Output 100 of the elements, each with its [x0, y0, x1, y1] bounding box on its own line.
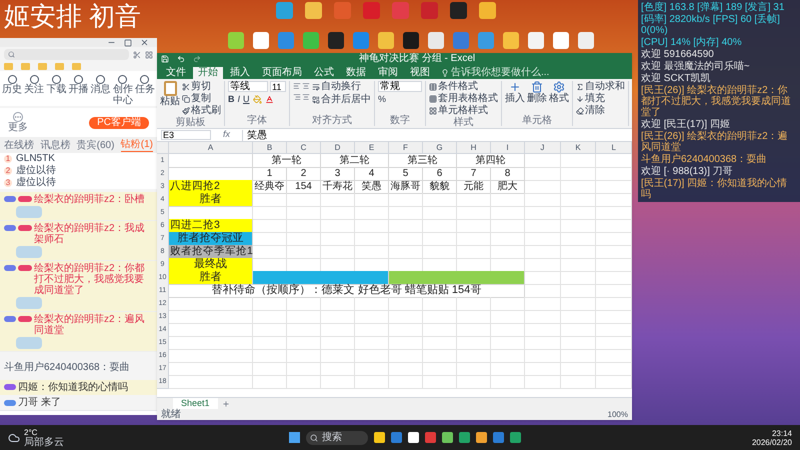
ranking-name[interactable]: 虚位以待 [16, 177, 56, 189]
ribbon-button[interactable]: 格式 [549, 81, 569, 104]
scissors-icon[interactable] [133, 50, 141, 58]
ribbon-tab[interactable]: 页面布局 [257, 67, 307, 79]
nav-item-icon[interactable] [118, 75, 128, 84]
taskbar-app-icon[interactable] [476, 432, 487, 443]
ribbon-button[interactable]: 合并后居中 [312, 94, 371, 106]
desktop-shortcut-icon[interactable] [428, 32, 444, 49]
ribbon-button[interactable]: 插入 [505, 81, 525, 104]
format-button[interactable]: B [228, 94, 234, 104]
ranking-name[interactable]: GLN5TK [16, 153, 55, 165]
maximize-icon[interactable] [124, 38, 132, 46]
nav-label[interactable]: 创作中心 [112, 84, 133, 106]
nav-label[interactable]: 消息 [90, 84, 111, 95]
add-sheet-icon[interactable] [222, 400, 230, 408]
align-center-icon[interactable] [302, 82, 310, 90]
nav-label[interactable]: 下载 [46, 84, 66, 95]
ribbon-button[interactable]: 剪切 [182, 81, 221, 93]
desktop-shortcut-icon[interactable] [553, 32, 569, 49]
font-color-icon[interactable] [264, 94, 274, 104]
number-format-field[interactable]: 常规 [378, 81, 422, 92]
nav-label[interactable]: 关注 [24, 84, 44, 95]
font-size-field[interactable]: 11 [270, 81, 286, 92]
format-button[interactable]: I [238, 94, 240, 104]
nav-label[interactable]: 任务 [134, 84, 155, 95]
ribbon-button[interactable]: 删除 [527, 81, 547, 104]
ribbon-button[interactable]: 自动求和 [576, 81, 625, 93]
ribbon-button[interactable]: 条件格式 [429, 81, 498, 93]
ribbon-button[interactable]: 清除 [576, 105, 625, 117]
ribbon-button[interactable]: 套用表格格式 [429, 93, 498, 105]
ranking-tab[interactable]: 讯息榜 [40, 138, 70, 152]
ribbon-tab[interactable]: 开始 [193, 67, 223, 79]
taskbar-app-icon[interactable] [442, 432, 453, 443]
name-box[interactable]: E3 [161, 130, 211, 140]
align-center-icon[interactable] [302, 93, 310, 101]
taskbar-app-icon[interactable] [425, 432, 436, 443]
nav-item-icon[interactable] [140, 75, 150, 84]
table-cell [560, 336, 596, 350]
desktop-shortcut-icon[interactable] [305, 2, 322, 19]
ribbon-button[interactable]: 自动换行 [312, 81, 371, 93]
nav-label[interactable]: 开播 [68, 84, 88, 95]
align-right-icon[interactable] [293, 93, 301, 101]
desktop-shortcut-icon[interactable] [228, 32, 244, 49]
tell-me-field[interactable]: 告诉我你想要做什么... [451, 67, 550, 79]
align-left-icon[interactable] [293, 82, 301, 90]
ribbon-tab[interactable]: 公式 [309, 67, 339, 79]
search-field[interactable]: 搜索 [306, 430, 368, 444]
taskbar-app-icon[interactable] [459, 432, 470, 443]
more-icon[interactable] [13, 112, 23, 122]
formula-bar[interactable]: 笑愚 [242, 130, 628, 140]
format-button[interactable]: U [243, 94, 250, 104]
paste-button[interactable]: 粘贴 [160, 81, 180, 117]
ribbon-tab[interactable]: 插入 [225, 67, 255, 79]
start-icon[interactable] [289, 432, 300, 443]
desktop-shortcut-icon[interactable] [503, 32, 519, 49]
desktop-shortcut-icon[interactable] [450, 2, 467, 19]
desktop-shortcut-icon[interactable] [378, 32, 394, 49]
nav-item-icon[interactable] [74, 75, 83, 84]
nav-item-icon[interactable] [8, 75, 17, 84]
ranking-name[interactable]: 虚位以待 [16, 165, 56, 177]
ranking-tab[interactable]: 贵宾(60) [76, 138, 114, 152]
desktop-shortcut-icon[interactable] [276, 2, 293, 19]
ribbon-button[interactable]: 格式刷 [182, 105, 221, 117]
fill-color-icon[interactable] [252, 94, 262, 104]
more-label[interactable]: 更多 [8, 122, 28, 133]
sheet-tab[interactable]: Sheet1 [173, 398, 218, 410]
nav-item-icon[interactable] [52, 75, 61, 84]
ribbon-tab[interactable]: 审阅 [373, 67, 403, 79]
desktop-shortcut-icon[interactable] [303, 32, 319, 49]
ribbon-button[interactable]: 填充 [576, 93, 625, 105]
table-cell [525, 206, 561, 220]
taskbar-app-icon[interactable] [510, 432, 521, 443]
percent-button[interactable]: % [378, 94, 386, 104]
ranking-tab[interactable]: 在线榜 [4, 138, 34, 152]
desktop-shortcut-icon[interactable] [403, 32, 419, 49]
nav-item-icon[interactable] [96, 75, 106, 84]
table-cell [491, 232, 525, 246]
extensions-icon[interactable] [145, 50, 153, 58]
taskbar-app-icon[interactable] [408, 432, 419, 443]
taskbar-app-icon[interactable] [391, 432, 402, 443]
table-cell [389, 219, 423, 233]
undo-icon[interactable] [177, 55, 185, 63]
desktop-shortcut-icon[interactable] [528, 32, 544, 49]
desktop-shortcut-icon[interactable] [578, 32, 594, 49]
font-name-field[interactable]: 等线 [228, 81, 268, 92]
ribbon-tab[interactable]: 视图 [405, 67, 435, 79]
nav-label[interactable]: 历史 [2, 84, 22, 95]
ribbon-tab[interactable]: 数据 [341, 67, 371, 79]
taskbar-app-icon[interactable] [374, 432, 385, 443]
ribbon-tab[interactable]: 文件 [161, 67, 191, 79]
save-icon[interactable] [161, 55, 169, 63]
close-icon[interactable] [140, 38, 149, 47]
taskbar-app-icon[interactable] [493, 432, 504, 443]
desktop-shortcut-icon[interactable] [253, 32, 269, 49]
ribbon-button[interactable]: 单元格样式 [429, 105, 498, 117]
desktop-shortcut-icon[interactable] [479, 2, 496, 19]
nav-item-icon[interactable] [30, 75, 39, 84]
desktop-shortcut-icon[interactable] [328, 32, 344, 49]
column-header: L [596, 142, 632, 153]
ribbon-button[interactable]: 复制 [182, 93, 221, 105]
